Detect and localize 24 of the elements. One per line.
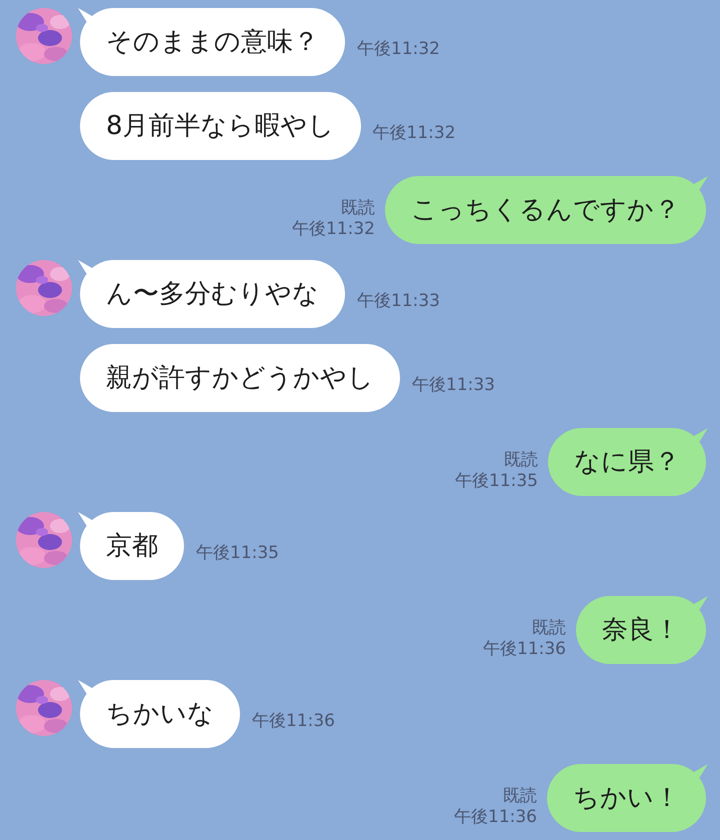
message-bubble: そのままの意味？: [80, 8, 345, 76]
message-bubble: こっちくるんですか？: [385, 176, 706, 244]
read-receipt: 既読: [503, 450, 538, 471]
message-bubble: 親が許すかどうかやし: [80, 344, 400, 412]
timestamp: 午後11:36: [252, 711, 335, 733]
timestamp: 午後11:32: [357, 39, 440, 61]
read-receipt: 既読: [502, 786, 537, 807]
timestamp: 午後11:35: [196, 543, 279, 565]
read-receipt: 既読: [531, 618, 566, 639]
message-bubble: ちかいな: [80, 680, 240, 748]
message-bubble: なに県？: [548, 428, 706, 496]
message-bubble: 8月前半なら暇やし: [80, 92, 361, 160]
read-receipt: 既読: [340, 198, 375, 219]
timestamp: 午後11:35: [455, 470, 538, 492]
timestamp: 午後11:33: [412, 375, 495, 397]
message-bubble: 奈良！: [576, 596, 706, 664]
message-bubble: ん〜多分むりやな: [80, 260, 345, 328]
message-bubble: ちかい！: [547, 764, 706, 832]
timestamp: 午後11:32: [292, 218, 375, 240]
message-bubble: 京都: [80, 512, 184, 580]
timestamp: 午後11:36: [454, 806, 537, 828]
timestamp: 午後11:33: [357, 291, 440, 313]
timestamp: 午後11:32: [372, 123, 456, 145]
timestamp: 午後11:36: [483, 638, 566, 660]
